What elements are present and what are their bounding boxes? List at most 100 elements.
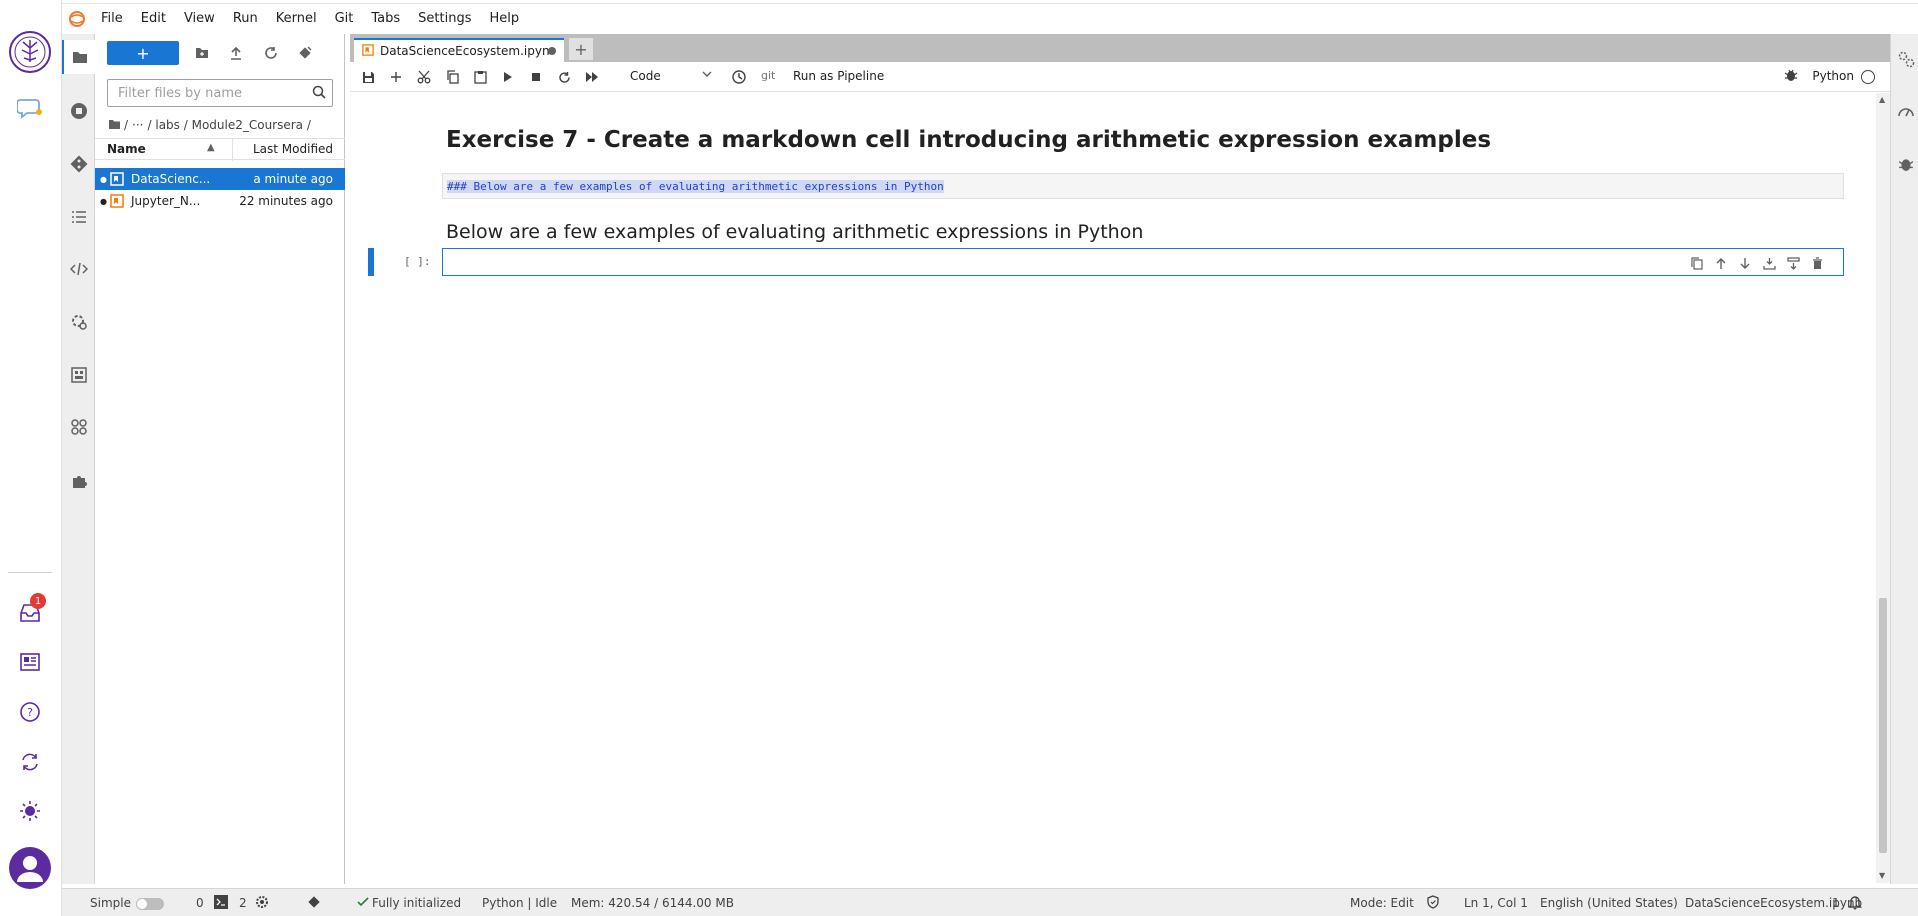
column-last-modified[interactable]: Last Modified xyxy=(253,142,333,156)
chevron-down-icon[interactable] xyxy=(702,68,712,82)
upload-icon[interactable] xyxy=(223,42,249,64)
menu-git[interactable]: Git xyxy=(326,4,363,34)
theme-toggle-icon[interactable] xyxy=(14,795,46,827)
menu-help[interactable]: Help xyxy=(481,4,529,34)
extensions-grid-icon[interactable] xyxy=(62,410,95,444)
home-folder-icon[interactable] xyxy=(109,118,120,132)
code-snippets-icon[interactable] xyxy=(62,252,95,286)
property-inspector-icon[interactable] xyxy=(1895,48,1917,70)
copy-icon[interactable] xyxy=(440,66,464,88)
menu-edit[interactable]: Edit xyxy=(132,4,175,34)
paste-icon[interactable] xyxy=(468,66,492,88)
running-kernels-icon[interactable] xyxy=(62,94,95,128)
running-dot-icon: ● xyxy=(100,196,107,206)
terminal-icon xyxy=(214,895,228,912)
kernel-name[interactable]: Python xyxy=(1812,69,1854,83)
runtime-settings-icon[interactable] xyxy=(62,305,95,339)
cell-type-select[interactable]: Code xyxy=(630,69,661,83)
debugger-bug-icon[interactable] xyxy=(1895,153,1917,175)
bug-icon[interactable] xyxy=(1784,68,1798,85)
scroll-down-arrow-icon[interactable]: ▼ xyxy=(1879,871,1885,880)
initialization-status: Fully initialized xyxy=(372,896,462,910)
refresh-icon[interactable] xyxy=(258,42,284,64)
kernel-count[interactable]: 2 xyxy=(239,896,247,910)
avatar[interactable] xyxy=(8,846,52,890)
git-diff-button[interactable]: git xyxy=(761,69,775,82)
git-icon[interactable] xyxy=(62,147,95,181)
file-filter-placeholder: Filter files by name xyxy=(118,85,242,101)
skills-network-logo-icon[interactable] xyxy=(8,30,52,74)
duplicate-cell-icon[interactable] xyxy=(1687,254,1707,272)
file-row[interactable]: ● DataScienc... a minute ago xyxy=(95,168,345,190)
new-folder-icon[interactable] xyxy=(189,42,215,64)
edit-mode-status: Mode: Edit xyxy=(1350,896,1414,910)
notebook-scrollbar[interactable]: ▲ ▼ xyxy=(1876,93,1890,883)
puzzle-extension-icon[interactable] xyxy=(62,464,95,498)
git-clone-icon[interactable] xyxy=(292,42,318,64)
shield-icon[interactable] xyxy=(1426,895,1440,912)
move-down-icon[interactable] xyxy=(1735,254,1755,272)
memory-usage: Mem: 420.54 / 6144.00 MB xyxy=(571,896,734,910)
help-icon[interactable]: ? xyxy=(14,696,46,728)
language-status[interactable]: English (United States) xyxy=(1540,896,1678,910)
folder-icon[interactable] xyxy=(62,40,95,74)
markdown-source-cell[interactable]: ### Below are a few examples of evaluati… xyxy=(442,173,1844,199)
menu-tabs[interactable]: Tabs xyxy=(362,4,409,34)
ai-assistant-icon[interactable] xyxy=(14,92,46,124)
insert-cell-icon[interactable] xyxy=(384,66,408,88)
component-catalog-icon[interactable] xyxy=(62,358,95,392)
menu-file[interactable]: File xyxy=(92,4,132,34)
code-cell-editor[interactable] xyxy=(442,248,1844,276)
run-as-pipeline-button[interactable]: Run as Pipeline xyxy=(793,69,884,83)
tab-notebook[interactable]: DataScienceEcosystem.ipyn xyxy=(354,38,564,62)
restart-icon[interactable] xyxy=(552,66,576,88)
run-icon[interactable] xyxy=(496,66,520,88)
restart-run-all-icon[interactable] xyxy=(580,66,604,88)
cursor-position[interactable]: Ln 1, Col 1 xyxy=(1464,896,1528,910)
notebook-icon xyxy=(362,43,374,59)
table-of-contents-icon[interactable] xyxy=(62,200,95,234)
breadcrumb-ellipsis[interactable]: ··· xyxy=(132,118,143,132)
unsaved-dot-icon[interactable] xyxy=(548,47,556,55)
terminal-count[interactable]: 0 xyxy=(196,896,204,910)
kernel-status-text[interactable]: Python | Idle xyxy=(482,896,557,910)
scroll-up-arrow-icon[interactable]: ▲ xyxy=(1879,95,1885,104)
simple-mode-toggle[interactable] xyxy=(136,898,164,910)
save-icon[interactable] xyxy=(356,66,380,88)
bell-icon[interactable] xyxy=(1848,894,1862,913)
menu-run[interactable]: Run xyxy=(224,4,267,34)
insert-above-icon[interactable] xyxy=(1759,254,1779,272)
file-name: DataScienc... xyxy=(131,172,211,186)
delete-cell-icon[interactable] xyxy=(1807,254,1827,272)
notebook-content: Exercise 7 - Create a markdown cell intr… xyxy=(350,93,1876,883)
new-launcher-button[interactable]: + xyxy=(107,41,179,65)
cut-icon[interactable] xyxy=(412,66,436,88)
menu-kernel[interactable]: Kernel xyxy=(267,4,326,34)
new-tab-button[interactable]: + xyxy=(569,38,593,60)
move-up-icon[interactable] xyxy=(1711,254,1731,272)
notebook-toolbar: Code git Run as Pipeline Python xyxy=(350,62,1890,92)
scroll-thumb[interactable] xyxy=(1879,598,1887,853)
menu-view[interactable]: View xyxy=(175,4,224,34)
notification-count[interactable]: 1 xyxy=(1832,896,1840,910)
file-list-header: Name ▲ Last Modified xyxy=(95,138,345,161)
insert-below-icon[interactable] xyxy=(1783,254,1803,272)
file-modified: a minute ago xyxy=(253,172,333,186)
column-name[interactable]: Name xyxy=(107,142,146,156)
tab-label: DataScienceEcosystem.ipyn xyxy=(380,44,550,58)
sort-ascending-icon[interactable]: ▲ xyxy=(207,142,215,153)
git-status-icon[interactable] xyxy=(307,895,321,912)
search-icon xyxy=(312,85,326,103)
sync-icon[interactable] xyxy=(14,746,46,778)
resource-usage-icon[interactable] xyxy=(1895,101,1917,123)
clock-icon[interactable] xyxy=(727,66,751,88)
stop-icon[interactable] xyxy=(524,66,548,88)
file-filter-input[interactable]: Filter files by name xyxy=(107,79,333,107)
breadcrumb-path[interactable]: / labs / Module2_Coursera / xyxy=(148,118,311,132)
breadcrumb-root[interactable]: / xyxy=(124,118,128,132)
file-row[interactable]: ● Jupyter_N... 22 minutes ago xyxy=(95,190,345,212)
menu-settings[interactable]: Settings xyxy=(409,4,480,34)
column-divider[interactable] xyxy=(232,139,233,161)
initialized-check-icon xyxy=(356,895,370,912)
news-icon[interactable] xyxy=(14,646,46,678)
